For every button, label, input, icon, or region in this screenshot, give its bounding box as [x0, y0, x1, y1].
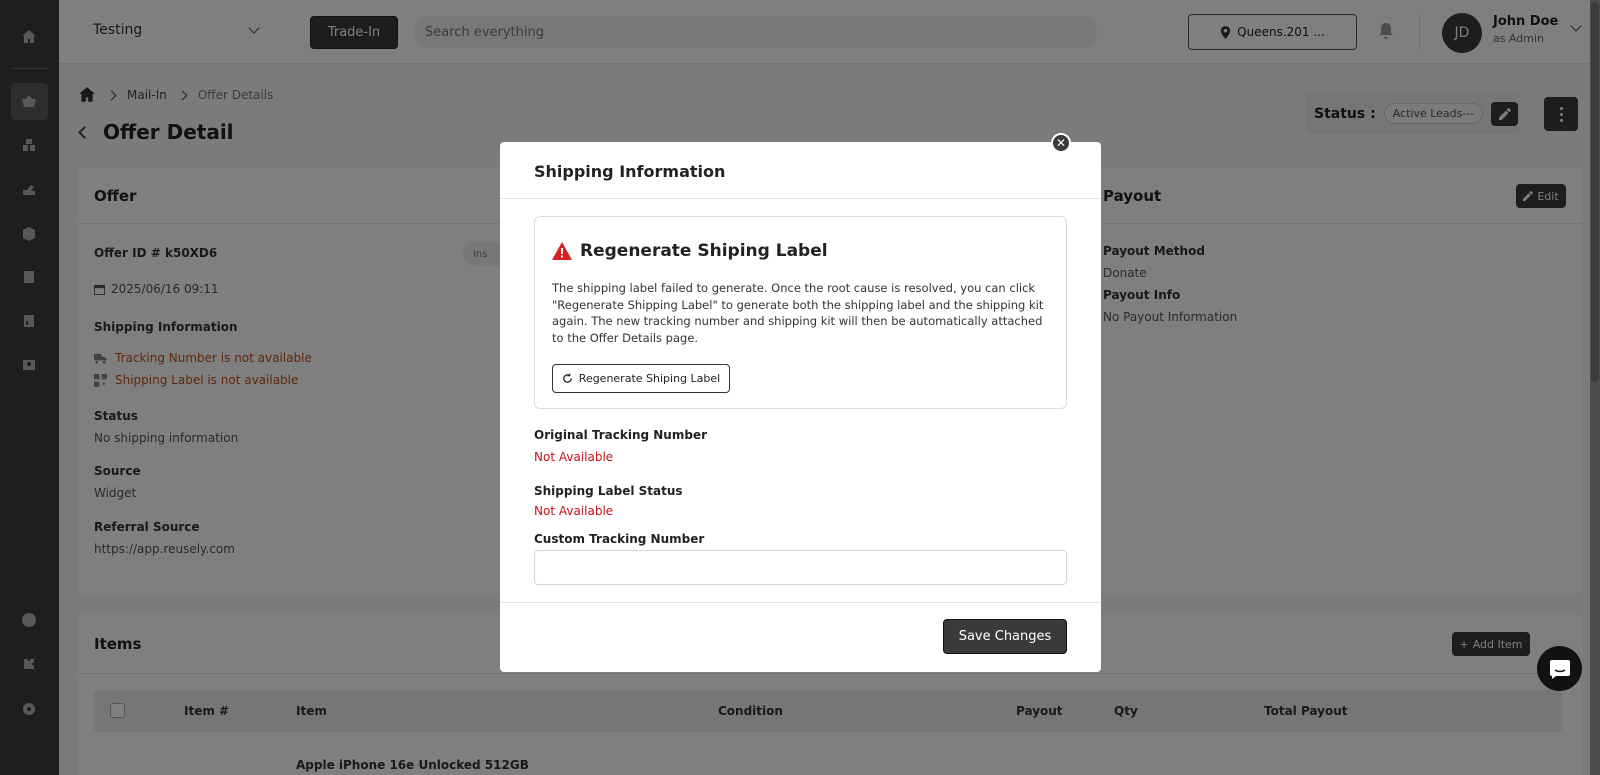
custom-tracking-input[interactable]: [534, 550, 1067, 585]
warning-icon: [552, 242, 572, 260]
chat-widget-button[interactable]: [1537, 646, 1582, 691]
refresh-icon: [563, 373, 572, 383]
modal-footer-divider: [500, 602, 1101, 603]
shipping-info-modal: ✕ Shipping Information Regenerate Shipin…: [500, 133, 1101, 672]
alert-description: The shipping label failed to generate. O…: [552, 281, 1044, 345]
regenerate-label-text: Regenerate Shiping Label: [578, 372, 721, 385]
chat-icon: [1549, 659, 1570, 679]
save-changes-button[interactable]: Save Changes: [943, 619, 1067, 654]
custom-tracking-label: Custom Tracking Number: [534, 532, 705, 546]
modal-title: Shipping Information: [534, 162, 726, 181]
orig-tracking-label: Original Tracking Number: [534, 428, 708, 442]
regenerate-alert: Regenerate Shiping Label The shipping la…: [534, 216, 1067, 409]
regenerate-label-button[interactable]: Regenerate Shiping Label: [552, 364, 730, 393]
alert-title-text: Regenerate Shiping Label: [580, 241, 828, 261]
alert-title: Regenerate Shiping Label: [552, 241, 828, 261]
label-status-value: Not Available: [534, 504, 614, 518]
label-status-label: Shipping Label Status: [534, 484, 683, 498]
close-icon[interactable]: ✕: [1051, 133, 1071, 153]
modal-header-divider: [500, 198, 1101, 199]
orig-tracking-value: Not Available: [534, 450, 614, 464]
